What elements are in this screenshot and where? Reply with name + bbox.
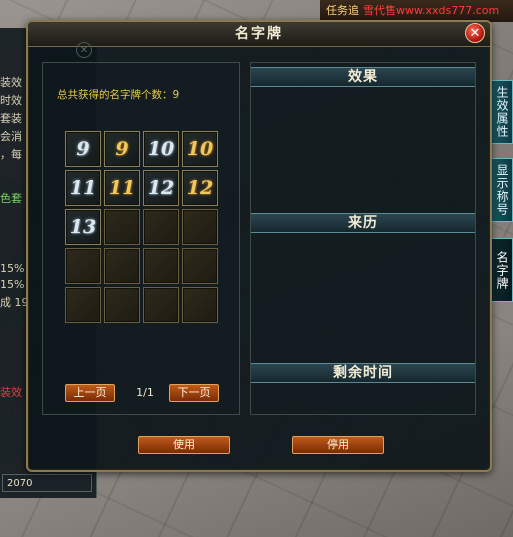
disable-button[interactable]: 停用 bbox=[292, 436, 384, 454]
name-plate-slot[interactable]: 12 bbox=[182, 170, 218, 206]
effect-section-header: 效果 bbox=[251, 67, 475, 87]
bg-footer-value: 2070 bbox=[2, 474, 92, 492]
next-page-button[interactable]: 下一页 bbox=[169, 384, 219, 402]
name-plate-list-pane: 总共获得的名字牌个数：9 9 9 10 10 11 11 12 12 13 上一页 1/1 下一… bbox=[42, 62, 240, 415]
empty-slot bbox=[143, 248, 179, 284]
name-plate-icon: 11 bbox=[108, 177, 136, 199]
page-indicator: 1/1 bbox=[136, 386, 154, 399]
top-task-bar: 任务追 雪代售www.xxds777.com bbox=[320, 0, 513, 22]
empty-slot bbox=[143, 209, 179, 245]
prev-page-button[interactable]: 上一页 bbox=[65, 384, 115, 402]
name-plate-icon: 9 bbox=[115, 138, 129, 160]
use-button[interactable]: 使用 bbox=[138, 436, 230, 454]
name-plate-slot[interactable]: 13 bbox=[65, 209, 101, 245]
title-bar[interactable]: 名字牌 ✕ bbox=[28, 22, 490, 47]
task-tracking-label: 任务追 bbox=[326, 4, 359, 17]
remaining-time-section-header: 剩余时间 bbox=[251, 363, 475, 383]
empty-slot bbox=[65, 248, 101, 284]
name-plate-icon: 11 bbox=[69, 177, 97, 199]
name-plate-icon: 9 bbox=[76, 138, 90, 160]
name-plate-icon: 10 bbox=[186, 138, 214, 160]
name-plate-slot[interactable]: 9 bbox=[65, 131, 101, 167]
tab-effect-attributes[interactable]: 生效属性 bbox=[490, 80, 513, 144]
name-plate-slot[interactable]: 9 bbox=[104, 131, 140, 167]
name-plate-icon: 12 bbox=[147, 177, 175, 199]
name-plate-window: 名字牌 ✕ ✕ 总共获得的名字牌个数：9 9 9 10 10 11 11 12 12 13 上一… bbox=[26, 20, 492, 472]
name-plate-icon: 10 bbox=[147, 138, 175, 160]
tab-show-title[interactable]: 显示称号 bbox=[490, 158, 513, 222]
empty-slot bbox=[104, 209, 140, 245]
empty-slot bbox=[104, 248, 140, 284]
total-count-label: 总共获得的名字牌个数：9 bbox=[57, 89, 180, 101]
name-plate-slot[interactable]: 10 bbox=[182, 131, 218, 167]
source-section-header: 来历 bbox=[251, 213, 475, 233]
empty-slot bbox=[182, 209, 218, 245]
watermark-url: 雪代售www.xxds777.com bbox=[363, 4, 500, 17]
name-plate-icon: 12 bbox=[186, 177, 214, 199]
detail-pane: 效果 来历 剩余时间 bbox=[250, 62, 476, 415]
name-plate-icon: 13 bbox=[69, 216, 97, 238]
empty-slot bbox=[182, 287, 218, 323]
empty-slot bbox=[104, 287, 140, 323]
background-close-icon: ✕ bbox=[76, 42, 92, 58]
name-plate-slot[interactable]: 11 bbox=[65, 170, 101, 206]
window-title: 名字牌 bbox=[235, 26, 283, 42]
empty-slot bbox=[182, 248, 218, 284]
close-button[interactable]: ✕ bbox=[465, 23, 485, 43]
tab-name-plate[interactable]: 名字牌 bbox=[490, 238, 513, 302]
empty-slot bbox=[65, 287, 101, 323]
empty-slot bbox=[143, 287, 179, 323]
name-plate-slot[interactable]: 10 bbox=[143, 131, 179, 167]
name-plate-slot[interactable]: 11 bbox=[104, 170, 140, 206]
name-plate-slot[interactable]: 12 bbox=[143, 170, 179, 206]
